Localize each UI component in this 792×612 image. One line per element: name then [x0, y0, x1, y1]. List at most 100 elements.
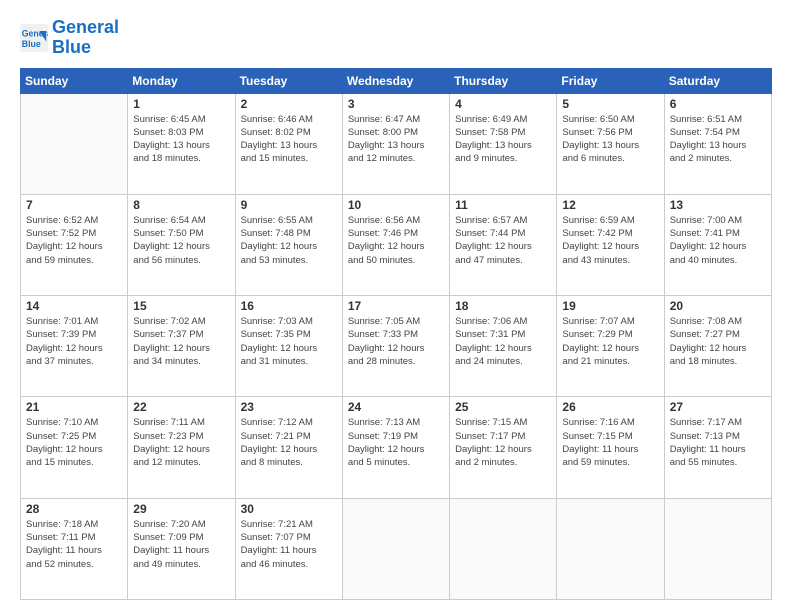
day-number: 19	[562, 299, 658, 313]
weekday-header-friday: Friday	[557, 68, 664, 93]
day-number: 17	[348, 299, 444, 313]
day-info: Sunrise: 7:21 AM Sunset: 7:07 PM Dayligh…	[241, 518, 337, 571]
calendar-cell: 20 Sunrise: 7:08 AM Sunset: 7:27 PM Dayli…	[664, 296, 771, 397]
weekday-header-wednesday: Wednesday	[342, 68, 449, 93]
calendar-cell: 13Sunrise: 7:00 AM Sunset: 7:41 PM Dayli…	[664, 194, 771, 295]
day-info: Sunrise: 7:01 AM Sunset: 7:39 PM Dayligh…	[26, 315, 122, 368]
calendar-week-row: 1 Sunrise: 6:45 AM Sunset: 8:03 PM Daylig…	[21, 93, 772, 194]
day-info: Sunrise: 7:20 AM Sunset: 7:09 PM Dayligh…	[133, 518, 229, 571]
day-info: Sunrise: 7:08 AM Sunset: 7:27 PM Dayligh…	[670, 315, 766, 368]
day-number: 6	[670, 97, 766, 111]
day-number: 2	[241, 97, 337, 111]
day-info: Sunrise: 6:55 AM Sunset: 7:48 PM Dayligh…	[241, 214, 337, 267]
day-number: 12	[562, 198, 658, 212]
day-number: 11	[455, 198, 551, 212]
calendar-cell	[557, 498, 664, 599]
calendar-cell	[664, 498, 771, 599]
calendar-cell: 3 Sunrise: 6:47 AM Sunset: 8:00 PM Daylig…	[342, 93, 449, 194]
calendar-week-row: 7 Sunrise: 6:52 AM Sunset: 7:52 PM Daylig…	[21, 194, 772, 295]
day-info: Sunrise: 7:15 AM Sunset: 7:17 PM Dayligh…	[455, 416, 551, 469]
calendar-cell: 28 Sunrise: 7:18 AM Sunset: 7:11 PM Dayli…	[21, 498, 128, 599]
logo: General Blue GeneralBlue	[20, 18, 119, 58]
day-info: Sunrise: 7:18 AM Sunset: 7:11 PM Dayligh…	[26, 518, 122, 571]
calendar-cell: 16 Sunrise: 7:03 AM Sunset: 7:35 PM Dayli…	[235, 296, 342, 397]
day-info: Sunrise: 6:56 AM Sunset: 7:46 PM Dayligh…	[348, 214, 444, 267]
logo-text: GeneralBlue	[52, 18, 119, 58]
day-info: Sunrise: 6:45 AM Sunset: 8:03 PM Dayligh…	[133, 113, 229, 166]
day-number: 16	[241, 299, 337, 313]
svg-text:Blue: Blue	[22, 39, 41, 49]
calendar-cell: 29 Sunrise: 7:20 AM Sunset: 7:09 PM Dayli…	[128, 498, 235, 599]
calendar-cell: 25Sunrise: 7:15 AM Sunset: 7:17 PM Dayli…	[450, 397, 557, 498]
day-info: Sunrise: 6:50 AM Sunset: 7:56 PM Dayligh…	[562, 113, 658, 166]
calendar-cell: 22 Sunrise: 7:11 AM Sunset: 7:23 PM Dayli…	[128, 397, 235, 498]
day-info: Sunrise: 7:13 AM Sunset: 7:19 PM Dayligh…	[348, 416, 444, 469]
day-number: 29	[133, 502, 229, 516]
calendar-week-row: 14 Sunrise: 7:01 AM Sunset: 7:39 PM Dayli…	[21, 296, 772, 397]
day-info: Sunrise: 6:52 AM Sunset: 7:52 PM Dayligh…	[26, 214, 122, 267]
day-info: Sunrise: 7:17 AM Sunset: 7:13 PM Dayligh…	[670, 416, 766, 469]
calendar-cell: 6 Sunrise: 6:51 AM Sunset: 7:54 PM Daylig…	[664, 93, 771, 194]
day-number: 7	[26, 198, 122, 212]
logo-icon: General Blue	[20, 24, 48, 52]
day-info: Sunrise: 7:10 AM Sunset: 7:25 PM Dayligh…	[26, 416, 122, 469]
calendar-week-row: 21 Sunrise: 7:10 AM Sunset: 7:25 PM Dayli…	[21, 397, 772, 498]
day-info: Sunrise: 7:06 AM Sunset: 7:31 PM Dayligh…	[455, 315, 551, 368]
calendar-cell: 9 Sunrise: 6:55 AM Sunset: 7:48 PM Daylig…	[235, 194, 342, 295]
day-info: Sunrise: 7:16 AM Sunset: 7:15 PM Dayligh…	[562, 416, 658, 469]
day-number: 20	[670, 299, 766, 313]
day-info: Sunrise: 6:49 AM Sunset: 7:58 PM Dayligh…	[455, 113, 551, 166]
calendar-cell: 30 Sunrise: 7:21 AM Sunset: 7:07 PM Dayli…	[235, 498, 342, 599]
day-number: 1	[133, 97, 229, 111]
day-number: 8	[133, 198, 229, 212]
day-number: 4	[455, 97, 551, 111]
calendar-cell: 27 Sunrise: 7:17 AM Sunset: 7:13 PM Dayli…	[664, 397, 771, 498]
calendar-cell: 21 Sunrise: 7:10 AM Sunset: 7:25 PM Dayli…	[21, 397, 128, 498]
day-number: 30	[241, 502, 337, 516]
day-info: Sunrise: 6:51 AM Sunset: 7:54 PM Dayligh…	[670, 113, 766, 166]
calendar-cell: 11 Sunrise: 6:57 AM Sunset: 7:44 PM Dayli…	[450, 194, 557, 295]
day-number: 14	[26, 299, 122, 313]
calendar-cell: 24Sunrise: 7:13 AM Sunset: 7:19 PM Dayli…	[342, 397, 449, 498]
calendar-cell: 19 Sunrise: 7:07 AM Sunset: 7:29 PM Dayli…	[557, 296, 664, 397]
weekday-header-tuesday: Tuesday	[235, 68, 342, 93]
calendar-cell: 10 Sunrise: 6:56 AM Sunset: 7:46 PM Dayli…	[342, 194, 449, 295]
day-number: 13	[670, 198, 766, 212]
weekday-header-saturday: Saturday	[664, 68, 771, 93]
day-number: 10	[348, 198, 444, 212]
day-number: 3	[348, 97, 444, 111]
day-number: 26	[562, 400, 658, 414]
day-number: 22	[133, 400, 229, 414]
calendar-cell: 15Sunrise: 7:02 AM Sunset: 7:37 PM Dayli…	[128, 296, 235, 397]
day-info: Sunrise: 7:07 AM Sunset: 7:29 PM Dayligh…	[562, 315, 658, 368]
day-info: Sunrise: 7:12 AM Sunset: 7:21 PM Dayligh…	[241, 416, 337, 469]
calendar-cell: 4 Sunrise: 6:49 AM Sunset: 7:58 PM Daylig…	[450, 93, 557, 194]
calendar-cell: 5 Sunrise: 6:50 AM Sunset: 7:56 PM Daylig…	[557, 93, 664, 194]
day-info: Sunrise: 7:03 AM Sunset: 7:35 PM Dayligh…	[241, 315, 337, 368]
day-info: Sunrise: 6:54 AM Sunset: 7:50 PM Dayligh…	[133, 214, 229, 267]
calendar-cell: 14 Sunrise: 7:01 AM Sunset: 7:39 PM Dayli…	[21, 296, 128, 397]
day-info: Sunrise: 6:47 AM Sunset: 8:00 PM Dayligh…	[348, 113, 444, 166]
weekday-header-monday: Monday	[128, 68, 235, 93]
day-info: Sunrise: 7:11 AM Sunset: 7:23 PM Dayligh…	[133, 416, 229, 469]
day-number: 9	[241, 198, 337, 212]
calendar-cell	[342, 498, 449, 599]
page: General Blue GeneralBlue SundayMondayTue…	[0, 0, 792, 612]
calendar-cell: 12Sunrise: 6:59 AM Sunset: 7:42 PM Dayli…	[557, 194, 664, 295]
weekday-header-row: SundayMondayTuesdayWednesdayThursdayFrid…	[21, 68, 772, 93]
day-info: Sunrise: 6:46 AM Sunset: 8:02 PM Dayligh…	[241, 113, 337, 166]
calendar-cell: 2 Sunrise: 6:46 AM Sunset: 8:02 PM Daylig…	[235, 93, 342, 194]
day-number: 27	[670, 400, 766, 414]
day-number: 28	[26, 502, 122, 516]
day-info: Sunrise: 6:57 AM Sunset: 7:44 PM Dayligh…	[455, 214, 551, 267]
header: General Blue GeneralBlue	[20, 18, 772, 58]
calendar-cell: 17 Sunrise: 7:05 AM Sunset: 7:33 PM Dayli…	[342, 296, 449, 397]
weekday-header-thursday: Thursday	[450, 68, 557, 93]
day-info: Sunrise: 7:05 AM Sunset: 7:33 PM Dayligh…	[348, 315, 444, 368]
day-info: Sunrise: 7:02 AM Sunset: 7:37 PM Dayligh…	[133, 315, 229, 368]
day-number: 5	[562, 97, 658, 111]
calendar-cell	[21, 93, 128, 194]
day-number: 21	[26, 400, 122, 414]
calendar-cell: 7 Sunrise: 6:52 AM Sunset: 7:52 PM Daylig…	[21, 194, 128, 295]
calendar-cell: 1 Sunrise: 6:45 AM Sunset: 8:03 PM Daylig…	[128, 93, 235, 194]
